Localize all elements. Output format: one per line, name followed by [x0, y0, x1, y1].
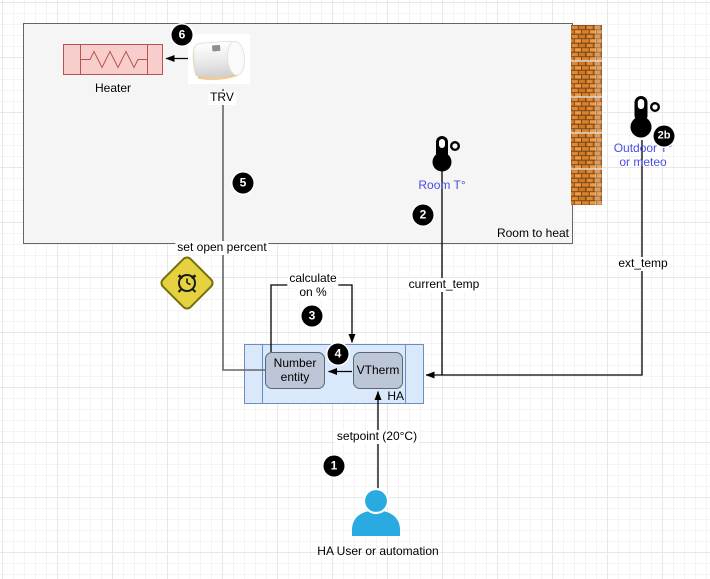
room-temp-label: Room T°: [418, 179, 465, 193]
person-icon[interactable]: [352, 489, 400, 536]
trv-label: TRV: [208, 91, 236, 105]
current-temp-label: current_temp: [407, 278, 482, 292]
calculate-label: calculate: [287, 272, 338, 286]
diagram-canvas: Number entity VTherm Heater TRV Room to …: [0, 0, 710, 579]
number-entity-label: Number entity: [267, 357, 323, 385]
alarm-clock-warning-icon[interactable]: [159, 255, 214, 310]
step-badge-1[interactable]: 1: [324, 456, 345, 477]
heater-label: Heater: [95, 82, 131, 96]
step-badge-5[interactable]: 5: [233, 173, 254, 194]
step-badge-2b[interactable]: 2b: [654, 126, 675, 147]
user-label: HA User or automation: [317, 545, 438, 559]
number-entity-box[interactable]: Number entity: [265, 352, 325, 389]
step-badge-4[interactable]: 4: [328, 344, 349, 365]
resistor-icon: [64, 45, 162, 74]
step-badge-2[interactable]: 2: [413, 205, 434, 226]
ha-label: HA: [387, 390, 404, 404]
step-badge-3[interactable]: 3: [302, 306, 323, 327]
vtherm-box[interactable]: VTherm: [353, 352, 403, 389]
ha-left-divider: [262, 345, 263, 403]
calculate-on-percent-label: on %: [297, 286, 328, 300]
vtherm-label: VTherm: [357, 364, 400, 378]
ext-temp-label: ext_temp: [616, 257, 669, 271]
step-badge-6[interactable]: 6: [172, 25, 193, 46]
set-open-percent-label: set open percent: [175, 241, 268, 255]
setpoint-label: setpoint (20°C): [335, 430, 419, 444]
heater-shape[interactable]: [63, 44, 163, 75]
room-to-heat-label: Room to heat: [497, 227, 569, 241]
brick-wall-icon[interactable]: [571, 25, 602, 205]
ha-right-divider: [405, 345, 406, 403]
